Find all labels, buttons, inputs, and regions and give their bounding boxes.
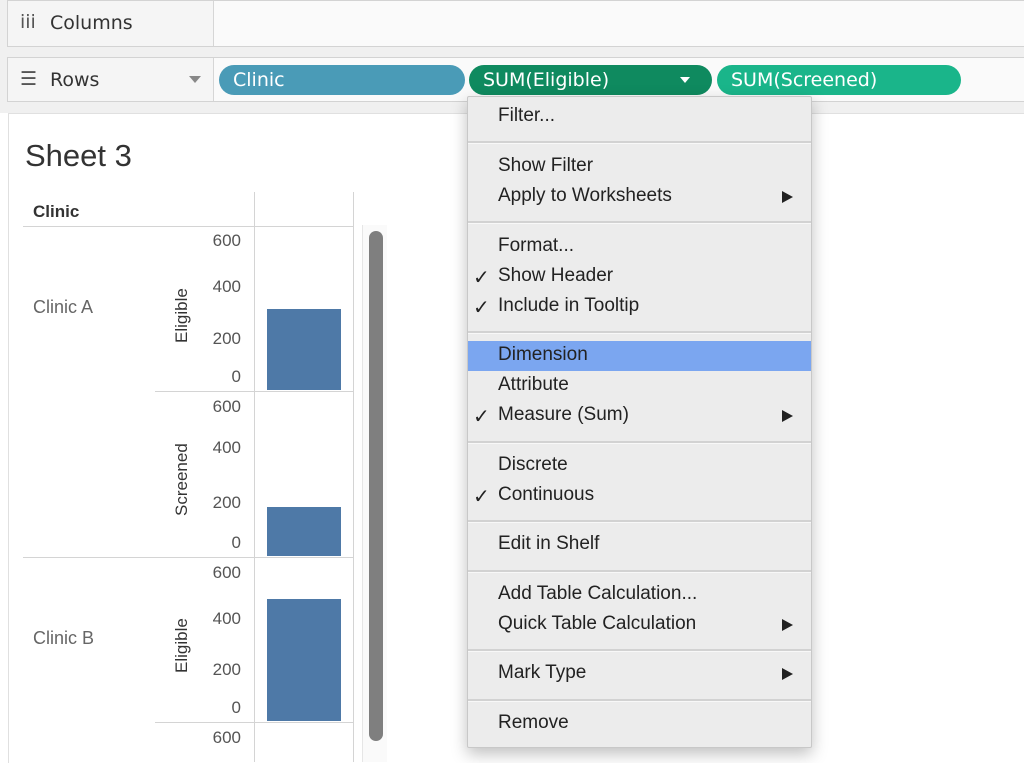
- tick-label: 400: [212, 438, 241, 457]
- submenu-arrow-icon: [782, 191, 793, 203]
- menu-item-show-header[interactable]: ✓ Show Header: [468, 262, 811, 292]
- bar-clinic-b-eligible[interactable]: [267, 598, 341, 721]
- pill-clinic-label: Clinic: [233, 69, 285, 91]
- menu-item-filter[interactable]: Filter...: [468, 102, 811, 132]
- pane-divider-1: [155, 391, 353, 392]
- columns-icon: iii: [20, 11, 36, 33]
- menu-item-label: Discrete: [498, 454, 568, 475]
- menu-separator: [468, 141, 811, 144]
- rows-shelf-label: Rows: [50, 69, 100, 91]
- axis-divider: [254, 192, 255, 762]
- menu-item-continuous[interactable]: ✓ Continuous: [468, 481, 811, 511]
- tick-label: 600: [212, 563, 241, 582]
- menu-item-discrete[interactable]: Discrete: [468, 451, 811, 481]
- menu-item-edit-in-shelf[interactable]: Edit in Shelf: [468, 530, 811, 560]
- menu-item-add-table-calculation[interactable]: Add Table Calculation...: [468, 580, 811, 610]
- tick-label: 0: [231, 698, 241, 717]
- menu-item-label: Measure (Sum): [498, 404, 629, 425]
- menu-item-label: Filter...: [498, 105, 556, 126]
- submenu-arrow-icon: [782, 410, 793, 422]
- menu-item-format[interactable]: Format...: [468, 232, 811, 262]
- axis-title-eligible-a[interactable]: Eligible: [172, 288, 192, 343]
- columns-shelf-label-box: iii Columns: [8, 1, 214, 46]
- tick-label: 600: [212, 397, 241, 416]
- pill-sum-screened[interactable]: SUM(Screened): [717, 65, 961, 95]
- row-header-clinic-a[interactable]: Clinic A: [33, 297, 93, 318]
- menu-item-quick-table-calculation[interactable]: Quick Table Calculation: [468, 610, 811, 640]
- menu-item-label: Edit in Shelf: [498, 533, 600, 554]
- submenu-arrow-icon: [782, 668, 793, 680]
- menu-separator: [468, 699, 811, 702]
- checkmark-icon: ✓: [473, 295, 490, 319]
- pill-sum-eligible-label: SUM(Eligible): [483, 69, 610, 91]
- menu-separator: [468, 570, 811, 573]
- pill-context-menu: Filter... Show Filter Apply to Worksheet…: [467, 96, 812, 748]
- chevron-down-icon[interactable]: [680, 77, 690, 83]
- menu-item-label: Remove: [498, 712, 569, 733]
- menu-item-label: Dimension: [498, 344, 588, 365]
- columns-shelf-label: Columns: [50, 12, 133, 34]
- header-divider: [23, 226, 353, 227]
- pill-clinic[interactable]: Clinic: [219, 65, 465, 95]
- menu-item-attribute[interactable]: Attribute: [468, 371, 811, 401]
- menu-item-label: Add Table Calculation...: [498, 583, 698, 604]
- sheet-title: Sheet 3: [25, 138, 132, 173]
- tick-label: 200: [212, 329, 241, 348]
- pill-sum-screened-label: SUM(Screened): [731, 69, 878, 91]
- menu-item-label: Format...: [498, 235, 575, 256]
- menu-item-remove[interactable]: Remove: [468, 709, 811, 739]
- tick-label: 600: [212, 231, 241, 250]
- tick-label: 200: [212, 493, 241, 512]
- menu-item-show-filter[interactable]: Show Filter: [468, 152, 811, 182]
- menu-item-label: Continuous: [498, 484, 595, 505]
- menu-item-label: Attribute: [498, 374, 569, 395]
- checkmark-icon: ✓: [473, 265, 490, 289]
- menu-separator: [468, 331, 811, 334]
- tick-label: 200: [212, 660, 241, 679]
- menu-item-label: Show Header: [498, 265, 614, 286]
- menu-item-label: Show Filter: [498, 155, 594, 176]
- menu-separator: [468, 441, 811, 444]
- menu-item-include-in-tooltip[interactable]: ✓ Include in Tooltip: [468, 292, 811, 322]
- bar-clinic-a-screened[interactable]: [267, 506, 341, 556]
- axis-title-eligible-b[interactable]: Eligible: [172, 618, 192, 673]
- tick-label: 0: [231, 533, 241, 552]
- menu-item-mark-type[interactable]: Mark Type: [468, 659, 811, 689]
- menu-item-apply-to-worksheets[interactable]: Apply to Worksheets: [468, 182, 811, 212]
- row-header-clinic-b[interactable]: Clinic B: [33, 628, 94, 649]
- rows-icon: ☰: [20, 68, 38, 90]
- clinic-divider: [23, 557, 353, 558]
- pane-divider-2: [155, 722, 353, 723]
- pane-right-edge: [353, 192, 354, 762]
- columns-shelf[interactable]: iii Columns: [7, 0, 1024, 47]
- menu-item-label: Mark Type: [498, 662, 587, 683]
- menu-item-measure-sum[interactable]: ✓ Measure (Sum): [468, 401, 811, 431]
- menu-item-label: Include in Tooltip: [498, 295, 640, 316]
- column-header-clinic: Clinic: [33, 202, 80, 221]
- bar-clinic-a-eligible[interactable]: [267, 308, 341, 390]
- checkmark-icon: ✓: [473, 404, 490, 428]
- tick-label: 400: [212, 609, 241, 628]
- axis-title-screened-a[interactable]: Screened: [172, 443, 192, 516]
- tick-label: 0: [231, 367, 241, 386]
- rows-shelf-dropdown-icon[interactable]: [189, 76, 201, 83]
- menu-item-label: Quick Table Calculation: [498, 613, 697, 634]
- menu-separator: [468, 520, 811, 523]
- menu-separator: [468, 221, 811, 224]
- checkmark-icon: ✓: [473, 484, 490, 508]
- menu-item-dimension[interactable]: Dimension: [468, 341, 811, 371]
- menu-item-label: Apply to Worksheets: [498, 185, 672, 206]
- tick-label: 600: [212, 728, 241, 747]
- rows-shelf-label-box: ☰ Rows: [8, 58, 214, 101]
- scrollbar-thumb[interactable]: [369, 231, 383, 741]
- pill-sum-eligible[interactable]: SUM(Eligible): [469, 65, 712, 95]
- tick-label: 400: [212, 277, 241, 296]
- submenu-arrow-icon: [782, 619, 793, 631]
- menu-separator: [468, 649, 811, 652]
